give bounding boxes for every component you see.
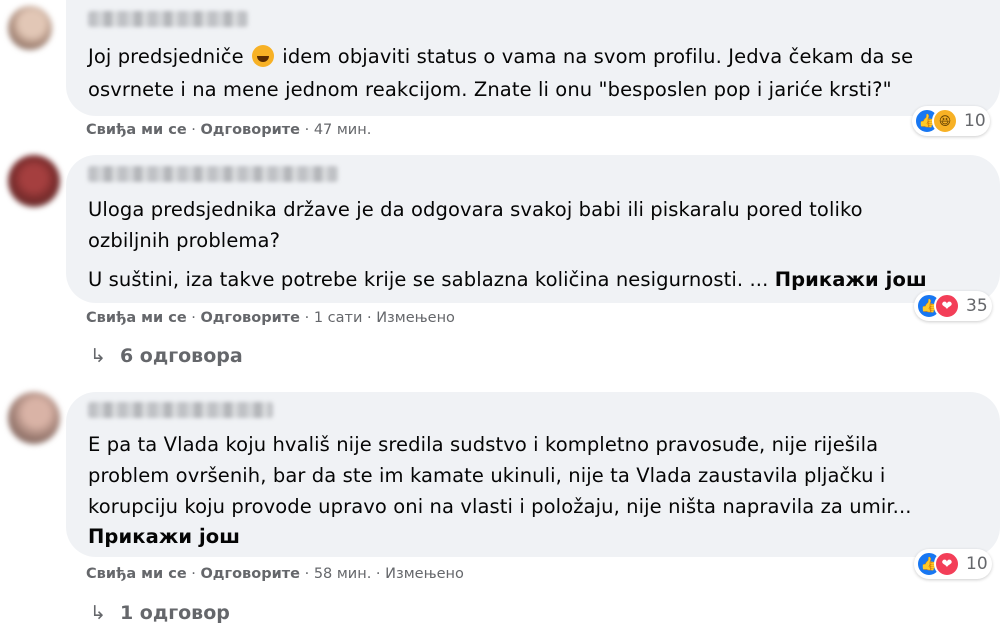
comment-text-line: ozbiljnih problema? [88,229,281,252]
comment-actions: Свиђа ми се · Одговорите · 1 сати · Изме… [86,310,455,326]
see-more-link[interactable]: Прикажи још [775,268,927,291]
timestamp[interactable]: 58 мин. [314,566,372,582]
comment-text-line: Joj predsjedniče idem objaviti status o … [88,45,914,68]
like-button[interactable]: Свиђа ми се [86,310,187,326]
comment-actions: Свиђа ми се · Одговорите · 47 мин. [86,122,372,138]
comment-text-line: Uloga predsjednika države je da odgovara… [88,198,863,221]
edited-label: Измењено [376,310,455,326]
reaction-count: 35 [966,296,988,316]
reactions-summary[interactable]: 👍 ❤ 10 [914,549,992,579]
reply-arrow-icon: ↳ [90,602,106,624]
comment-text-line: korupciju koju provode upravo oni na vla… [88,495,912,518]
author-name[interactable] [88,11,248,27]
see-more-link[interactable]: Прикажи још [88,522,240,552]
love-reaction-icon: ❤ [934,293,960,319]
reactions-summary[interactable]: 👍 😆 10 [912,106,990,136]
edited-label: Измењено [385,566,464,582]
reply-button[interactable]: Одговорите [200,122,300,138]
timestamp[interactable]: 47 мин. [314,122,372,138]
comment-text-line: U suštini, iza takve potrebe krije se sa… [88,268,927,291]
reply-button[interactable]: Одговорите [200,310,300,326]
view-replies-link[interactable]: ↳ 6 одговора [90,345,243,367]
author-name[interactable] [88,402,273,418]
reaction-count: 10 [964,111,986,131]
avatar[interactable] [8,6,52,50]
view-replies-link[interactable]: ↳ 1 одговор [90,602,230,624]
reaction-count: 10 [966,554,988,574]
reply-button[interactable]: Одговорите [200,566,300,582]
author-name[interactable] [88,166,338,182]
comment-text-line: E pa ta Vlada koju hvališ nije sredila s… [88,433,879,456]
like-button[interactable]: Свиђа ми се [86,566,187,582]
comment-text-line: osvrnete i na mene jednom reakcijom. Zna… [88,78,892,101]
avatar[interactable] [8,155,60,207]
reactions-summary[interactable]: 👍 ❤ 35 [914,291,992,321]
timestamp[interactable]: 1 сати [314,310,363,326]
haha-reaction-icon: 😆 [932,108,958,134]
love-reaction-icon: ❤ [934,551,960,577]
avatar[interactable] [8,392,60,444]
comment-text-line: problem ovršenih, bar da ste im kamate u… [88,464,886,487]
reply-arrow-icon: ↳ [90,345,106,367]
like-button[interactable]: Свиђа ми се [86,122,187,138]
comment-actions: Свиђа ми се · Одговорите · 58 мин. · Изм… [86,566,464,582]
rolling-laughing-emoji-icon [252,45,274,67]
